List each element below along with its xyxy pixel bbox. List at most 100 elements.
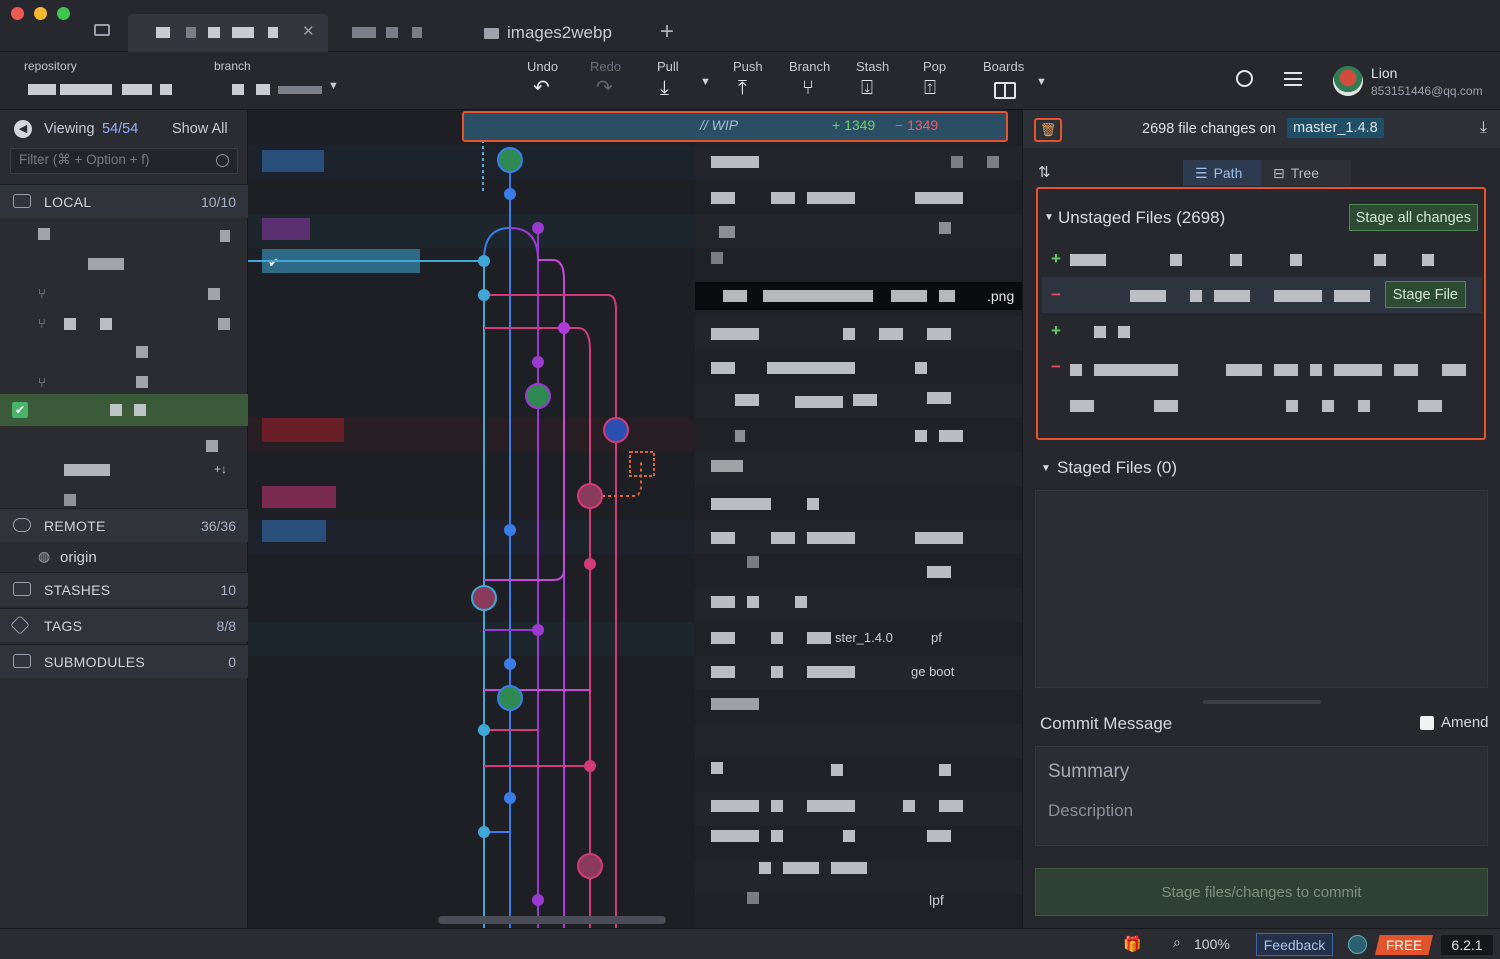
- list-item[interactable]: [64, 464, 110, 476]
- commit-row[interactable]: [695, 350, 1022, 384]
- sort-icon[interactable]: ⇅: [1038, 163, 1051, 181]
- commit-row[interactable]: [695, 758, 1022, 792]
- section-remote[interactable]: REMOTE 36/36: [0, 508, 248, 542]
- tab-repo[interactable]: images2webp: [470, 14, 650, 52]
- undo-icon[interactable]: ↶: [533, 78, 550, 98]
- list-item[interactable]: [206, 440, 218, 452]
- commit-row[interactable]: [695, 384, 1022, 418]
- unstaged-file-row-selected[interactable]: − Stage File: [1042, 277, 1482, 313]
- summary-input[interactable]: Summary: [1048, 761, 1129, 783]
- collapse-triangle-icon[interactable]: ▼: [1041, 463, 1051, 474]
- commit-avatar-node[interactable]: [577, 483, 603, 509]
- tab-other-repo[interactable]: [340, 14, 455, 52]
- list-item[interactable]: [38, 228, 50, 240]
- boards-chevron-icon[interactable]: ▼: [1036, 76, 1047, 88]
- commit-graph[interactable]: ✔: [248, 110, 695, 928]
- commit-row[interactable]: lpf: [695, 888, 1022, 922]
- highlighted-commit-tooltip[interactable]: .png: [695, 282, 1022, 310]
- free-badge[interactable]: FREE: [1375, 935, 1433, 955]
- remote-origin[interactable]: ◍ origin: [0, 542, 248, 572]
- section-tags[interactable]: TAGS 8/8: [0, 608, 248, 642]
- unstaged-file-row[interactable]: +: [1042, 241, 1482, 277]
- resize-handle[interactable]: [1203, 700, 1321, 704]
- section-stashes[interactable]: STASHES 10: [0, 572, 248, 606]
- commit-row[interactable]: [695, 724, 1022, 758]
- commit-avatar-node[interactable]: [577, 853, 603, 879]
- pull-options-chevron-icon[interactable]: ▼: [700, 76, 711, 88]
- amend-checkbox[interactable]: Amend: [1420, 714, 1489, 731]
- unstaged-file-row[interactable]: [1042, 385, 1482, 421]
- minimize-window-button[interactable]: [34, 7, 47, 20]
- branch-selector[interactable]: ▼: [230, 80, 340, 98]
- commit-row[interactable]: ster_1.4.0 pf: [695, 622, 1022, 656]
- download-icon[interactable]: ⤓: [1480, 119, 1487, 137]
- commit-row[interactable]: [695, 690, 1022, 724]
- zoom-level[interactable]: 100%: [1194, 936, 1230, 952]
- commit-row[interactable]: [695, 214, 1022, 248]
- commit-row[interactable]: [695, 180, 1022, 214]
- maximize-window-button[interactable]: [57, 7, 70, 20]
- commit-row[interactable]: [695, 554, 1022, 588]
- stash-icon[interactable]: ⍗: [861, 78, 873, 98]
- current-branch-row[interactable]: ✔: [0, 394, 248, 426]
- commit-button[interactable]: Stage files/changes to commit: [1035, 868, 1488, 916]
- list-item[interactable]: [88, 258, 124, 270]
- list-item[interactable]: [64, 318, 76, 330]
- commit-avatar-node[interactable]: [497, 147, 523, 173]
- commit-row[interactable]: [695, 452, 1022, 486]
- tab-active-repo[interactable]: ✕: [128, 14, 328, 52]
- horizontal-scrollbar[interactable]: [438, 916, 666, 924]
- collapse-triangle-icon[interactable]: ▼: [1044, 212, 1054, 223]
- redo-icon[interactable]: ↷: [596, 78, 613, 98]
- avatar[interactable]: [1333, 66, 1363, 96]
- pull-icon[interactable]: ⤓: [660, 78, 669, 98]
- unstaged-file-row[interactable]: +: [1042, 313, 1482, 349]
- section-local[interactable]: LOCAL 10/10: [0, 184, 248, 218]
- description-input[interactable]: Description: [1048, 801, 1133, 821]
- commit-row[interactable]: [695, 792, 1022, 826]
- commit-row[interactable]: ge boot: [695, 656, 1022, 690]
- close-window-button[interactable]: [11, 7, 24, 20]
- branch-label[interactable]: [262, 418, 344, 442]
- branch-label[interactable]: [262, 486, 336, 508]
- unstaged-file-row[interactable]: −: [1042, 349, 1482, 385]
- feedback-button[interactable]: Feedback: [1256, 933, 1333, 956]
- commit-row[interactable]: [695, 418, 1022, 452]
- commit-avatar-node[interactable]: [497, 685, 523, 711]
- commit-row[interactable]: [695, 826, 1022, 860]
- add-tab-button[interactable]: +: [660, 18, 674, 46]
- section-submodules[interactable]: SUBMODULES 0: [0, 644, 248, 678]
- boards-icon[interactable]: [994, 82, 1016, 99]
- list-item[interactable]: [136, 376, 148, 388]
- commit-row[interactable]: [695, 248, 1022, 282]
- view-path-button[interactable]: ☰ Path: [1183, 160, 1261, 186]
- commit-row[interactable]: [695, 588, 1022, 622]
- gift-icon[interactable]: 🎁: [1123, 935, 1142, 953]
- view-tree-button[interactable]: ⊟ Tree: [1261, 160, 1351, 186]
- commit-avatar-node[interactable]: [603, 417, 629, 443]
- branch-label[interactable]: [262, 218, 310, 240]
- pop-icon[interactable]: ⍐: [924, 78, 936, 98]
- filter-input[interactable]: Filter (⌘ + Option + f): [10, 148, 238, 174]
- stage-file-button[interactable]: Stage File: [1384, 281, 1466, 308]
- commit-row[interactable]: [695, 316, 1022, 350]
- back-icon[interactable]: ◀: [14, 120, 32, 138]
- commit-avatar-node[interactable]: [525, 383, 551, 409]
- search-icon[interactable]: [1236, 70, 1253, 87]
- stage-all-button[interactable]: Stage all changes: [1348, 204, 1478, 231]
- commit-row[interactable]: [695, 486, 1022, 520]
- discard-changes-button[interactable]: 🗑: [1034, 118, 1062, 142]
- branch-label[interactable]: [262, 150, 324, 172]
- folder-icon[interactable]: [94, 24, 110, 36]
- list-item[interactable]: [136, 346, 148, 358]
- branch-label[interactable]: [262, 520, 326, 542]
- tab-close-icon[interactable]: ✕: [302, 22, 315, 40]
- push-icon[interactable]: ⤒: [738, 78, 747, 98]
- show-all-button[interactable]: Show All: [172, 121, 228, 137]
- commit-avatar-node[interactable]: [471, 585, 497, 611]
- menu-icon[interactable]: [1284, 72, 1302, 86]
- commit-row[interactable]: [695, 520, 1022, 554]
- repository-selector[interactable]: [24, 80, 184, 98]
- commit-row[interactable]: [695, 146, 1022, 180]
- branch-icon[interactable]: ⑂: [802, 78, 814, 98]
